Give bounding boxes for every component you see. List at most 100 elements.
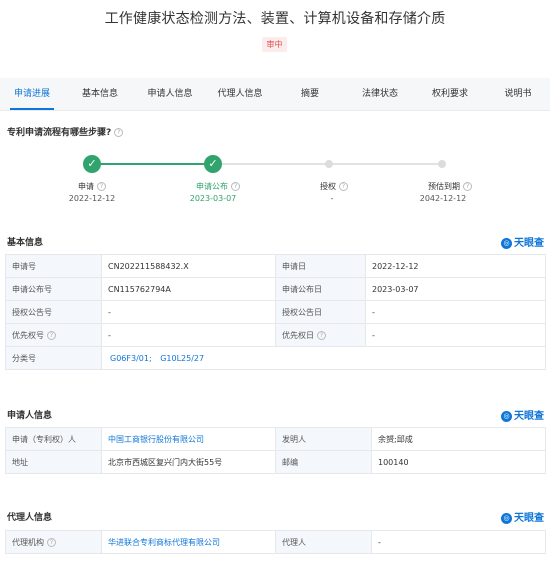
field-value: - — [365, 323, 546, 347]
basic-info-heading: 基本信息 — [7, 238, 44, 248]
tab-applicant-info[interactable]: 申请人信息 — [138, 78, 202, 111]
brand-name: 天眼查 — [514, 411, 544, 422]
field-label: 授权公告号 — [5, 300, 102, 324]
step-label: 申请? — [52, 181, 132, 192]
tianyancha-logo[interactable]: ◎ 天眼查 — [501, 509, 544, 524]
help-icon[interactable]: ? — [463, 182, 472, 191]
agent-info-heading: 代理人信息 — [7, 513, 53, 523]
field-label-text: 代理机构 — [12, 537, 44, 547]
tab-basic-info[interactable]: 基本信息 — [68, 78, 132, 111]
tianyancha-logo[interactable]: ◎ 天眼查 — [501, 407, 544, 422]
field-value: 100140 — [371, 450, 546, 474]
field-value: - — [101, 323, 276, 347]
process-heading: 专利申请流程有哪些步骤?? — [7, 125, 124, 138]
field-value: - — [101, 300, 276, 324]
field-label: 申请公布日 — [275, 277, 366, 301]
help-icon[interactable]: ? — [47, 330, 56, 340]
table-row: 授权公告号 - 授权公告日 - — [5, 300, 546, 324]
field-value: 2022-12-12 — [365, 254, 546, 278]
applicant-info-table: 申请（专利权）人 中国工商银行股份有限公司 发明人 余赟;邱成 地址 北京市西城… — [5, 427, 546, 474]
basic-info-table: 申请号 CN202211588432.X 申请日 2022-12-12 申请公布… — [5, 254, 546, 370]
process-heading-text: 专利申请流程有哪些步骤? — [7, 128, 112, 138]
step-date: 2023-03-07 — [189, 194, 237, 203]
field-label: 地址 — [5, 450, 102, 474]
help-icon[interactable]: ? — [339, 182, 348, 191]
tianyancha-logo-icon: ◎ — [501, 410, 512, 422]
table-row: 优先权号? - 优先权日? - — [5, 323, 546, 347]
step-label-text: 授权 — [320, 182, 336, 191]
field-label: 申请号 — [5, 254, 102, 278]
applicant-info-heading: 申请人信息 — [7, 411, 53, 421]
tab-claims[interactable]: 权利要求 — [418, 78, 482, 111]
timeline-progress-line — [92, 163, 213, 165]
tianyancha-logo[interactable]: ◎ 天眼查 — [501, 234, 544, 249]
field-label: 申请（专利权）人 — [5, 427, 102, 451]
field-value: CN115762794A — [101, 277, 276, 301]
agency-link[interactable]: 华进联合专利商标代理有限公司 — [108, 538, 220, 547]
field-value: 华进联合专利商标代理有限公司 — [101, 530, 276, 554]
help-icon[interactable]: ? — [231, 182, 240, 191]
step-label-text: 申请 — [78, 182, 94, 191]
classification-codes: G06F3/01; G10L25/27 — [101, 346, 546, 370]
field-value: 北京市西城区复兴门内大街55号 — [101, 450, 276, 474]
step-label: 预估到期? — [410, 181, 490, 192]
agent-info-table: 代理机构? 华进联合专利商标代理有限公司 代理人 - — [5, 530, 546, 554]
step-label-text: 预估到期 — [428, 182, 460, 191]
field-value: - — [371, 530, 546, 554]
field-label: 申请日 — [275, 254, 366, 278]
step-date: 2022-12-12 — [68, 194, 116, 203]
step-label: 授权? — [294, 181, 374, 192]
help-icon[interactable]: ? — [317, 330, 326, 340]
field-label: 邮编 — [275, 450, 372, 474]
field-value: 中国工商银行股份有限公司 — [101, 427, 276, 451]
step-pending-dot-icon — [325, 160, 333, 168]
help-icon[interactable]: ? — [114, 128, 124, 137]
help-icon[interactable]: ? — [97, 182, 106, 191]
step-label-text: 申请公布 — [196, 182, 228, 191]
field-label: 优先权号? — [5, 323, 102, 347]
field-label: 代理机构? — [5, 530, 102, 554]
patent-title: 工作健康状态检测方法、装置、计算机设备和存储介质 — [104, 11, 446, 27]
field-label: 分类号 — [5, 346, 102, 370]
tab-bar: 申请进展 基本信息 申请人信息 代理人信息 摘要 法律状态 权利要求 说明书 — [0, 78, 550, 111]
table-row: 地址 北京市西城区复兴门内大街55号 邮编 100140 — [5, 450, 546, 474]
table-row: 申请（专利权）人 中国工商银行股份有限公司 发明人 余赟;邱成 — [5, 427, 546, 451]
tianyancha-logo-icon: ◎ — [501, 237, 512, 249]
field-label: 授权公告日 — [275, 300, 366, 324]
table-row: 代理机构? 华进联合专利商标代理有限公司 代理人 - — [5, 530, 546, 554]
step-label: 申请公布? — [178, 181, 258, 192]
field-value: 2023-03-07 — [365, 277, 546, 301]
classification-link[interactable]: G10L25/27 — [160, 354, 204, 363]
tab-legal-status[interactable]: 法律状态 — [348, 78, 412, 111]
field-label-text: 优先权号 — [12, 330, 44, 340]
status-badge: 审中 — [262, 37, 287, 52]
field-value: CN202211588432.X — [101, 254, 276, 278]
field-value: - — [365, 300, 546, 324]
help-icon[interactable]: ? — [47, 537, 56, 547]
step-current-check-icon: ✓ — [204, 155, 222, 173]
brand-name: 天眼查 — [514, 513, 544, 524]
tab-abstract[interactable]: 摘要 — [278, 78, 342, 111]
field-label: 代理人 — [275, 530, 372, 554]
field-label: 申请公布号 — [5, 277, 102, 301]
step-pending-dot-icon — [438, 160, 446, 168]
tab-agent-info[interactable]: 代理人信息 — [208, 78, 272, 111]
field-label-text: 优先权日 — [282, 330, 314, 340]
table-row: 分类号 G06F3/01; G10L25/27 — [5, 346, 546, 370]
step-done-check-icon: ✓ — [83, 155, 101, 173]
applicant-link[interactable]: 中国工商银行股份有限公司 — [108, 435, 204, 444]
application-timeline: ✓ ✓ 申请? 2022-12-12 申请公布? 2023-03-07 授权? … — [0, 153, 550, 213]
field-value: 余赟;邱成 — [371, 427, 546, 451]
tab-application-progress[interactable]: 申请进展 — [0, 78, 64, 111]
step-date: - — [330, 194, 334, 203]
tab-description[interactable]: 说明书 — [486, 78, 550, 111]
classification-link[interactable]: G06F3/01; — [110, 354, 152, 363]
step-date: 2042-12-12 — [419, 194, 467, 203]
field-label: 优先权日? — [275, 323, 366, 347]
field-label: 发明人 — [275, 427, 372, 451]
tianyancha-logo-icon: ◎ — [501, 512, 512, 524]
table-row: 申请公布号 CN115762794A 申请公布日 2023-03-07 — [5, 277, 546, 301]
active-tab-indicator — [10, 108, 54, 110]
table-row: 申请号 CN202211588432.X 申请日 2022-12-12 — [5, 254, 546, 278]
brand-name: 天眼查 — [514, 238, 544, 249]
